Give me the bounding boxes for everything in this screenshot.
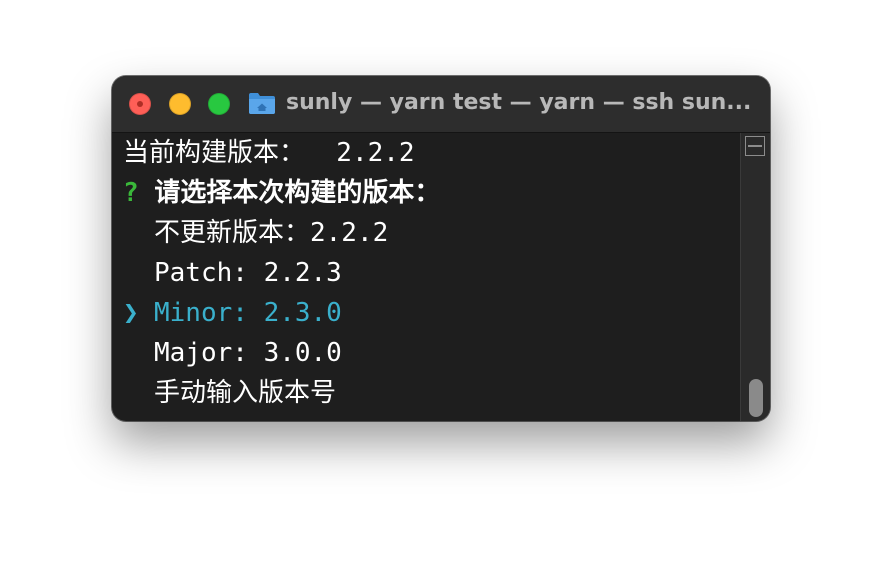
option-patch[interactable]: Patch: 2.2.3: [123, 253, 342, 293]
prompt-line: ? 请选择本次构建的版本：: [123, 173, 440, 213]
home-folder-icon: [249, 93, 275, 114]
option-label: 手动输入版本号: [154, 378, 337, 408]
window-title: sunly — yarn test — yarn — ssh sun...: [286, 90, 752, 115]
split-pane-icon[interactable]: [745, 136, 765, 156]
option-no-update[interactable]: 不更新版本：2.2.2: [123, 213, 388, 253]
selection-pointer-icon: ❯: [123, 298, 139, 328]
prompt-mark: ?: [123, 178, 139, 208]
title-bar[interactable]: sunly — yarn test — yarn — ssh sun...: [112, 76, 770, 133]
option-minor-selected[interactable]: ❯ Minor: 2.3.0: [123, 293, 342, 333]
option-label: Patch: 2.2.3: [154, 258, 342, 288]
close-button[interactable]: [129, 93, 151, 115]
terminal-content[interactable]: 当前构建版本： 2.2.2 ? 请选择本次构建的版本： 不更新版本：2.2.2 …: [112, 133, 740, 421]
option-manual-input[interactable]: 手动输入版本号: [123, 373, 336, 413]
zoom-button[interactable]: [208, 93, 230, 115]
scrollbar-thumb[interactable]: [749, 379, 763, 417]
current-version-line: 当前构建版本： 2.2.2: [123, 138, 415, 168]
terminal-window: sunly — yarn test — yarn — ssh sun... 当前…: [112, 76, 770, 421]
option-major[interactable]: Major: 3.0.0: [123, 333, 342, 373]
option-label: Minor: 2.3.0: [154, 298, 342, 328]
minimize-button[interactable]: [169, 93, 191, 115]
scrollbar[interactable]: [740, 133, 770, 421]
option-label: Major: 3.0.0: [154, 338, 342, 368]
option-label: 不更新版本：2.2.2: [154, 218, 389, 248]
prompt-question: 请选择本次构建的版本：: [154, 178, 441, 208]
